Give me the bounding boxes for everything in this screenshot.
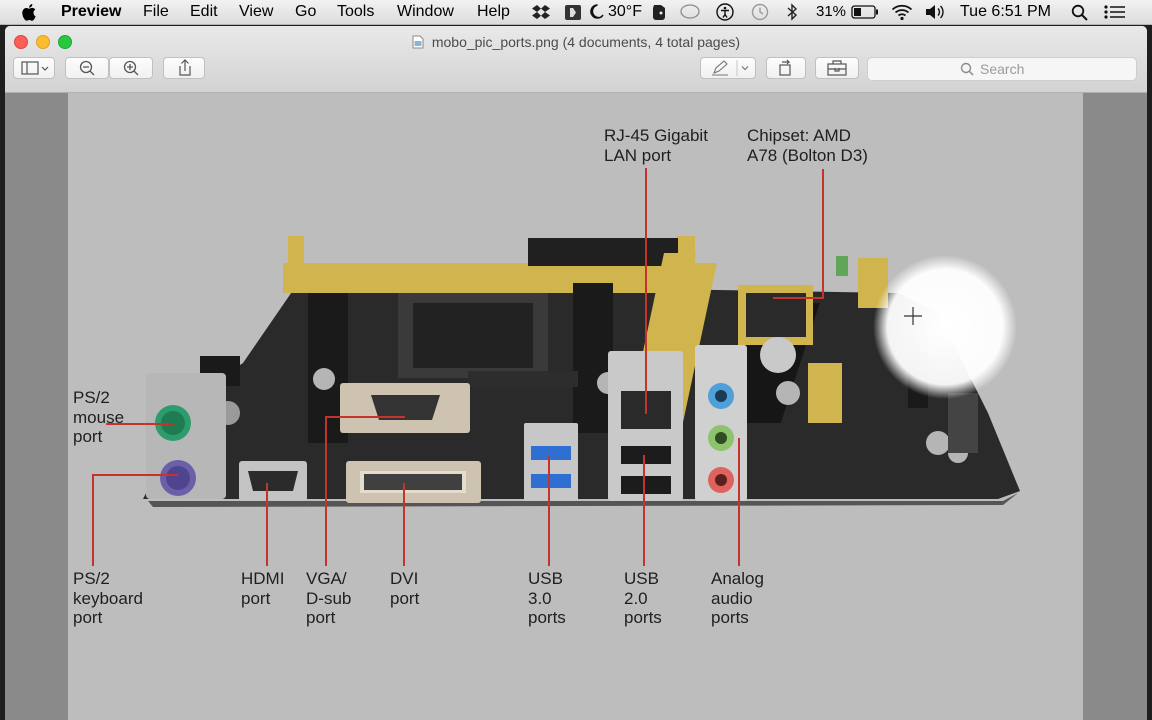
sidebar-toggle-button[interactable] [13,57,55,79]
toolbox-button[interactable] [815,57,859,79]
menu-help[interactable]: Help [477,2,510,22]
zoom-in-icon [123,60,139,76]
label-usb2: USB 2.0 ports [624,569,662,627]
label-audio: Analog audio ports [711,569,764,627]
leader-line-rj45 [645,168,647,414]
label-rj45: RJ-45 Gigabit LAN port [604,126,708,165]
menu-bar: Preview File Edit View Go Tools Window H… [0,0,1152,25]
zoom-out-icon [79,60,95,76]
rotate-button[interactable] [766,57,806,79]
leader-line-audio [738,438,740,566]
leader-line-ps2-keyboard [92,474,94,566]
leader-line-dvi [403,483,405,566]
battery-percentage[interactable]: 31% [816,2,846,22]
document-viewer[interactable]: RJ-45 Gigabit LAN port Chipset: AMD A78 … [5,93,1147,720]
label-ps2-keyboard: PS/2 keyboard port [73,569,143,627]
pen-icon [712,60,749,76]
share-icon [179,59,191,76]
label-ps2-mouse: PS/2 mouse port [73,388,125,446]
weather-temperature[interactable]: 30°F [608,2,642,22]
time-machine-icon[interactable] [751,3,769,26]
label-usb3: USB 3.0 ports [528,569,566,627]
leader-line-chipset [822,169,824,299]
wifi-icon[interactable] [891,3,913,26]
menu-file[interactable]: File [143,2,169,22]
window-title: mobo_pic_ports.png (4 documents, 4 total… [431,34,741,50]
battery-icon[interactable] [851,5,879,24]
search-field[interactable]: Search [867,57,1137,81]
zoom-out-button[interactable] [65,57,109,79]
accessibility-icon[interactable] [716,3,734,26]
sidebar-icon [21,61,49,75]
search-placeholder: Search [980,61,1025,77]
rotate-icon [779,59,791,76]
zoom-in-button[interactable] [109,57,153,79]
label-hdmi: HDMI port [241,569,285,608]
menu-window[interactable]: Window [397,2,454,22]
leader-line-hdmi [266,483,268,566]
toolbox-icon [827,60,847,76]
leader-line-vga [325,416,327,566]
markup-button[interactable] [700,57,756,79]
search-icon [960,62,974,79]
bluetooth-icon[interactable] [786,3,798,26]
label-vga: VGA/ D-sub port [306,569,352,627]
chat-bubble-icon[interactable] [680,4,700,25]
notification-center-icon[interactable] [1104,5,1126,24]
moon-icon[interactable] [590,4,604,25]
label-chipset: Chipset: AMD A78 (Bolton D3) [747,126,868,165]
menu-tools[interactable]: Tools [337,2,374,22]
label-dvi: DVI port [390,569,420,608]
clock[interactable]: Tue 6:51 PM [960,2,1051,22]
image-page: RJ-45 Gigabit LAN port Chipset: AMD A78 … [68,93,1083,720]
title-bar: mobo_pic_ports.png (4 documents, 4 total… [5,26,1147,93]
leader-line-chipset-h [773,297,824,299]
menu-view[interactable]: View [239,2,273,22]
menu-app-name[interactable]: Preview [61,2,121,22]
volume-icon[interactable] [925,4,945,25]
window-title-area: mobo_pic_ports.png (4 documents, 4 total… [5,34,1147,52]
dropbox-icon[interactable] [532,4,550,25]
leader-line-ps2-keyboard-h [92,474,178,476]
menu-extra-icon[interactable] [564,4,582,26]
leader-line-usb3 [548,455,550,566]
share-button[interactable] [163,57,205,79]
leader-line-vga-h [325,416,405,418]
spotlight-search-icon[interactable] [1071,4,1088,26]
menu-go[interactable]: Go [295,2,316,22]
motherboard-image [143,236,1020,507]
evernote-icon[interactable] [651,3,668,26]
leader-line-usb2 [643,455,645,566]
preview-window: mobo_pic_ports.png (4 documents, 4 total… [5,26,1147,720]
menu-edit[interactable]: Edit [190,2,218,22]
apple-icon[interactable] [22,3,38,26]
document-icon [412,35,424,52]
